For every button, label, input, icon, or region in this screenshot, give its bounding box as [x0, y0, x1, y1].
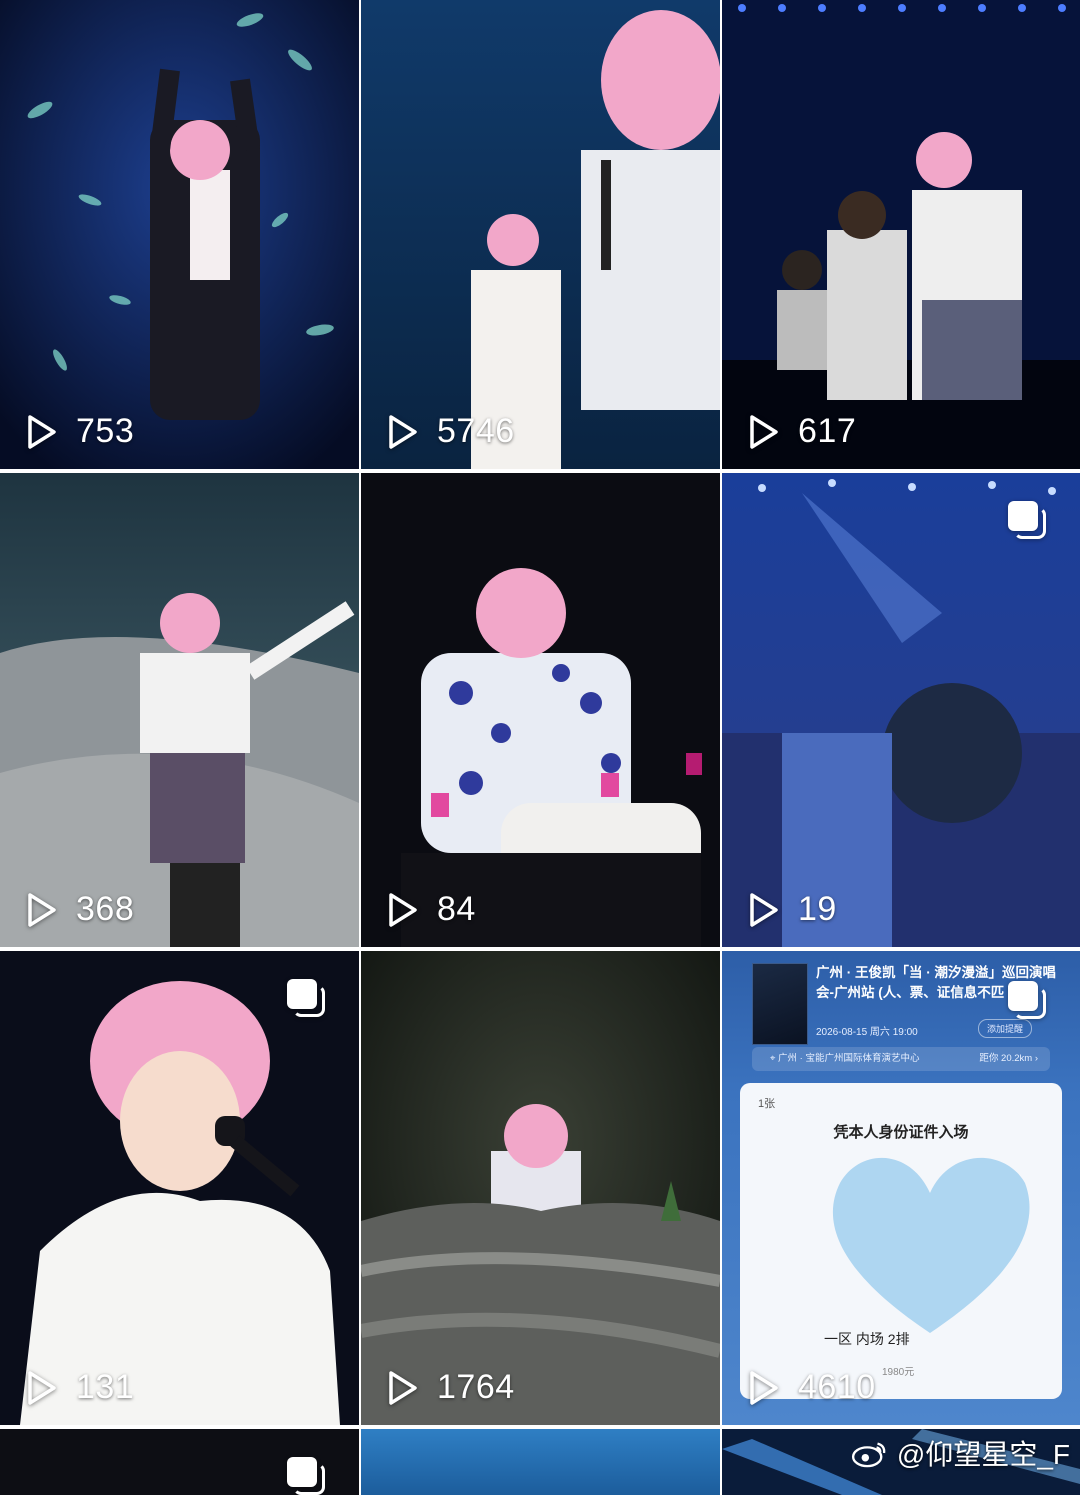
view-count-label: 5746	[437, 412, 515, 451]
venue-name: 广州 · 宝能广州国际体育演艺中心	[778, 1053, 919, 1064]
concert-photo	[722, 0, 1080, 469]
view-count-label: 131	[76, 1368, 134, 1407]
grid-tile-8[interactable]: 1764	[361, 951, 720, 1425]
weibo-watermark: @仰望星空_F	[851, 1433, 1070, 1473]
play-icon	[383, 1369, 421, 1407]
watermark-text: @仰望星空_F	[897, 1433, 1070, 1473]
concert-photo	[0, 473, 359, 947]
play-icon	[383, 891, 421, 929]
multi-image-icon	[1008, 981, 1052, 1025]
weibo-logo-icon	[851, 1438, 889, 1468]
grid-tile-10[interactable]	[0, 1429, 359, 1495]
concert-poster	[752, 963, 808, 1045]
ticket-price: 1980元	[882, 1363, 914, 1378]
grid-tile-7[interactable]: 131	[0, 951, 359, 1425]
play-icon	[22, 1369, 60, 1407]
play-icon	[744, 1369, 782, 1407]
view-count: 5746	[383, 412, 515, 451]
play-icon	[744, 891, 782, 929]
grid-tile-11[interactable]	[361, 1429, 720, 1495]
ticket-count: 1张	[758, 1095, 775, 1111]
view-count-label: 753	[76, 412, 134, 451]
location-pin-icon: ⌖	[770, 1053, 778, 1064]
seat-info: 一区 内场 2排	[824, 1329, 910, 1349]
heart-sticker	[820, 1143, 1040, 1343]
grid-tile-2[interactable]: 5746	[361, 0, 720, 469]
concert-photo	[0, 0, 359, 469]
view-count-label: 19	[798, 890, 837, 929]
play-icon	[22, 413, 60, 451]
media-grid: 753 5746	[0, 0, 1080, 1483]
ticket-datetime: 2026-08-15 周六 19:00	[816, 1023, 918, 1038]
view-count: 1764	[383, 1368, 515, 1407]
grid-tile-4[interactable]: 368	[0, 473, 359, 947]
view-count: 753	[22, 412, 134, 451]
view-count: 4610	[744, 1368, 876, 1407]
view-count: 19	[744, 890, 837, 929]
play-icon	[744, 413, 782, 451]
view-count-label: 1764	[437, 1368, 515, 1407]
view-count: 131	[22, 1368, 134, 1407]
view-count-label: 368	[76, 890, 134, 929]
concert-photo	[361, 0, 720, 469]
multi-image-icon	[287, 1457, 331, 1495]
id-entry-notice: 凭本人身份证件入场	[740, 1121, 1062, 1142]
multi-image-icon	[1008, 501, 1052, 545]
venue-label: ⌖ 广州 · 宝能广州国际体育演艺中心	[770, 1047, 919, 1071]
view-count-label: 617	[798, 412, 856, 451]
grid-tile-1[interactable]: 753	[0, 0, 359, 469]
view-count-label: 84	[437, 890, 476, 929]
grid-tile-9[interactable]: 广州 · 王俊凯「当 · 潮汐漫溢」巡回演唱会-广州站 (人、票、证信息不匹 2…	[722, 951, 1080, 1425]
venue-distance: 距你 20.2km ›	[979, 1047, 1038, 1071]
play-icon	[22, 891, 60, 929]
multi-image-icon	[287, 979, 331, 1023]
grid-tile-3[interactable]: 617	[722, 0, 1080, 469]
view-count: 368	[22, 890, 134, 929]
view-count: 617	[744, 412, 856, 451]
view-count-label: 4610	[798, 1368, 876, 1407]
ticket-venue-bar: ⌖ 广州 · 宝能广州国际体育演艺中心 距你 20.2km ›	[752, 1047, 1050, 1071]
grid-tile-6[interactable]: 19	[722, 473, 1080, 947]
concert-photo	[361, 951, 720, 1425]
grid-tile-5[interactable]: 84	[361, 473, 720, 947]
concert-photo	[361, 473, 720, 947]
ticket-paper: 1张 凭本人身份证件入场 一区 内场 2排 1980元	[740, 1083, 1062, 1399]
play-icon	[383, 413, 421, 451]
view-count: 84	[383, 890, 476, 929]
